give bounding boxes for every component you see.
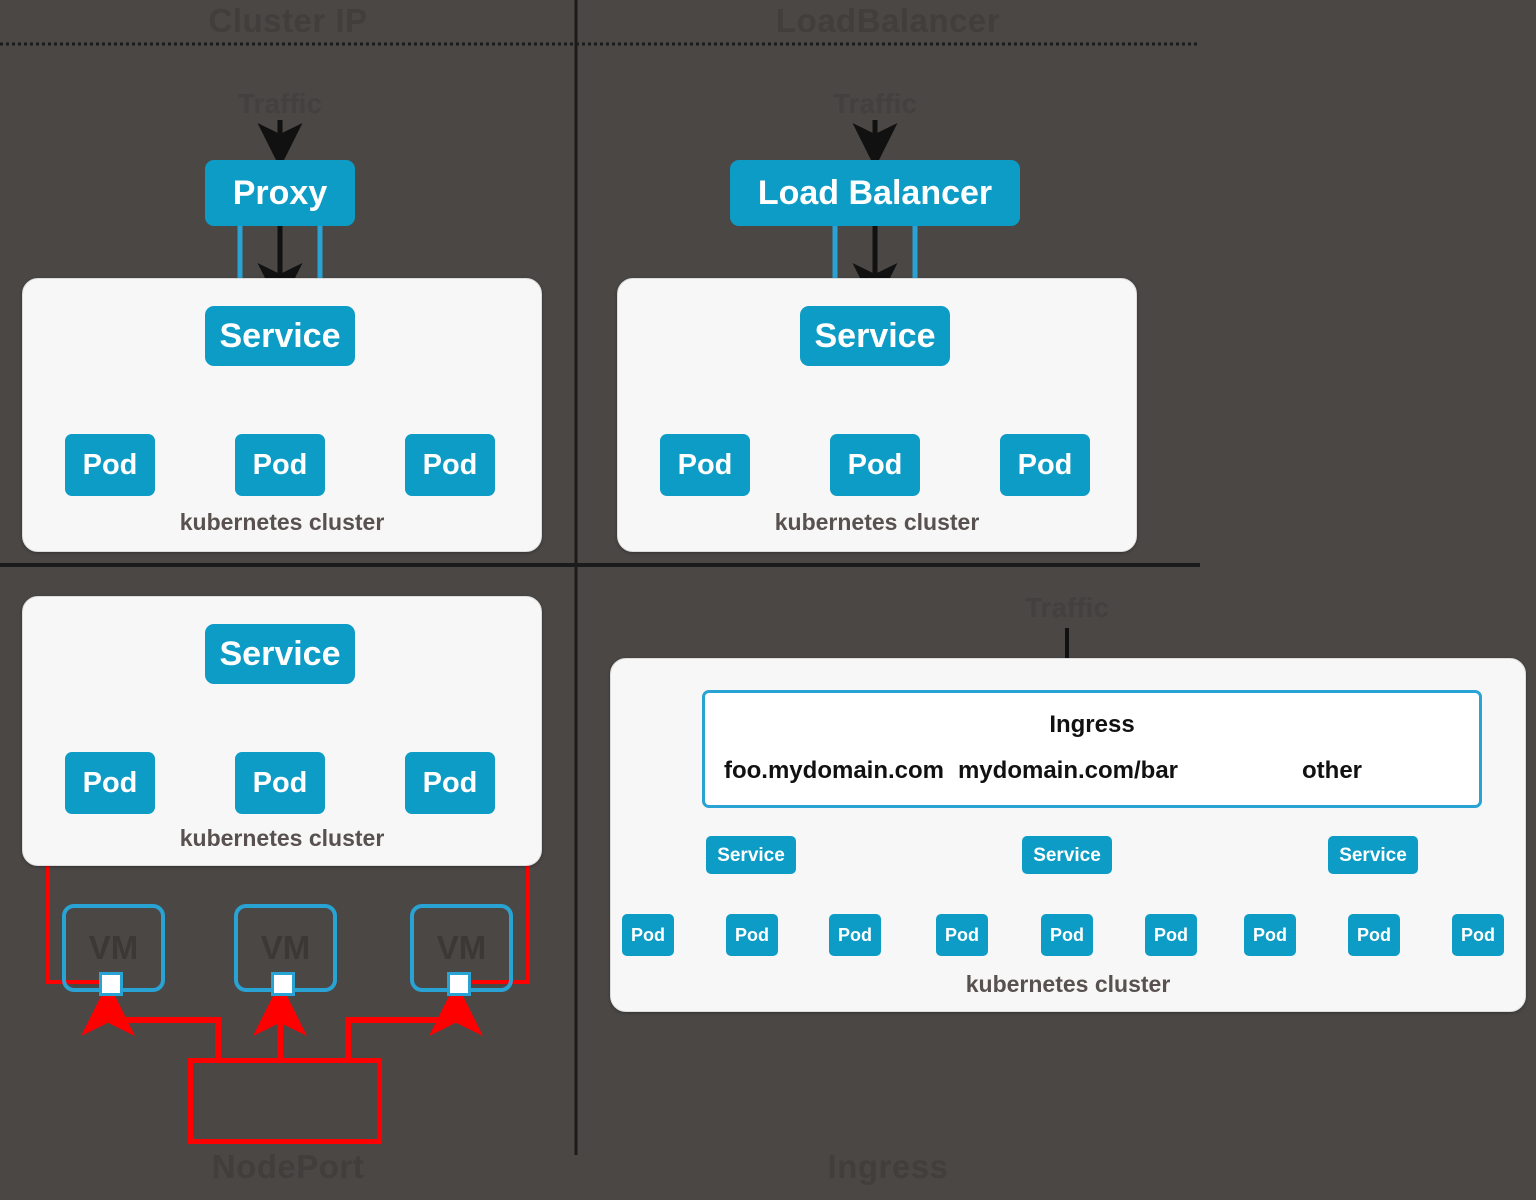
cluster-caption: kubernetes cluster [179,825,385,851]
ingress-rule-path[interactable]: mydomain.com/bar [942,757,1194,785]
traffic-label-ingress: Traffic [1024,592,1110,623]
pod-node[interactable]: Pod [1145,914,1197,956]
traffic-source-node-port: Traffic [188,1058,382,1144]
pod-node[interactable]: Pod [65,752,155,814]
ingress-rule-default[interactable]: other [1262,757,1402,785]
pod-node[interactable]: Pod [1244,914,1296,956]
ingress-card: Ingress [702,690,1482,808]
service-node-ingress[interactable]: Service [1022,836,1112,874]
pod-node[interactable]: Pod [660,434,750,496]
cluster-caption: kubernetes cluster [774,509,980,535]
ingress-rule-host[interactable]: foo.mydomain.com [704,757,964,785]
traffic-label-load-balancer: Traffic [832,88,918,119]
pod-node[interactable]: Pod [936,914,988,956]
ingress-title: Ingress [1049,711,1135,738]
quadrant-title-node-port: NodePort [211,1148,365,1185]
proxy-node[interactable]: Proxy [205,160,355,226]
pod-node[interactable]: Pod [1452,914,1504,956]
service-node-ingress[interactable]: Service [1328,836,1418,874]
service-node-ingress[interactable]: Service [706,836,796,874]
node-port-square[interactable] [271,972,295,996]
cluster-caption: kubernetes cluster [965,971,1171,997]
quadrant-title-ingress: Ingress [827,1148,949,1185]
quadrant-title-cluster-ip: Cluster IP [208,2,368,39]
node-port-square[interactable] [99,972,123,996]
pod-node[interactable]: Pod [1041,914,1093,956]
pod-node[interactable]: Pod [829,914,881,956]
service-node-node-port[interactable]: Service [205,624,355,684]
pod-node[interactable]: Pod [65,434,155,496]
pod-node[interactable]: Pod [235,434,325,496]
traffic-label-cluster-ip: Traffic [237,88,323,119]
quadrant-title-load-balancer: LoadBalancer [775,2,1001,39]
cluster-caption: kubernetes cluster [179,509,385,535]
pod-node[interactable]: Pod [622,914,674,956]
pod-node[interactable]: Pod [1348,914,1400,956]
service-node-load-balancer[interactable]: Service [800,306,950,366]
pod-node[interactable]: Pod [405,752,495,814]
diagram-canvas: Cluster IP Traffic kubernetes cluster Pr… [0,0,1536,1200]
node-port-square[interactable] [447,972,471,996]
pod-node[interactable]: Pod [235,752,325,814]
pod-node[interactable]: Pod [726,914,778,956]
service-node-cluster-ip[interactable]: Service [205,306,355,366]
pod-node[interactable]: Pod [830,434,920,496]
pod-node[interactable]: Pod [405,434,495,496]
load-balancer-node[interactable]: Load Balancer [730,160,1020,226]
pod-node[interactable]: Pod [1000,434,1090,496]
